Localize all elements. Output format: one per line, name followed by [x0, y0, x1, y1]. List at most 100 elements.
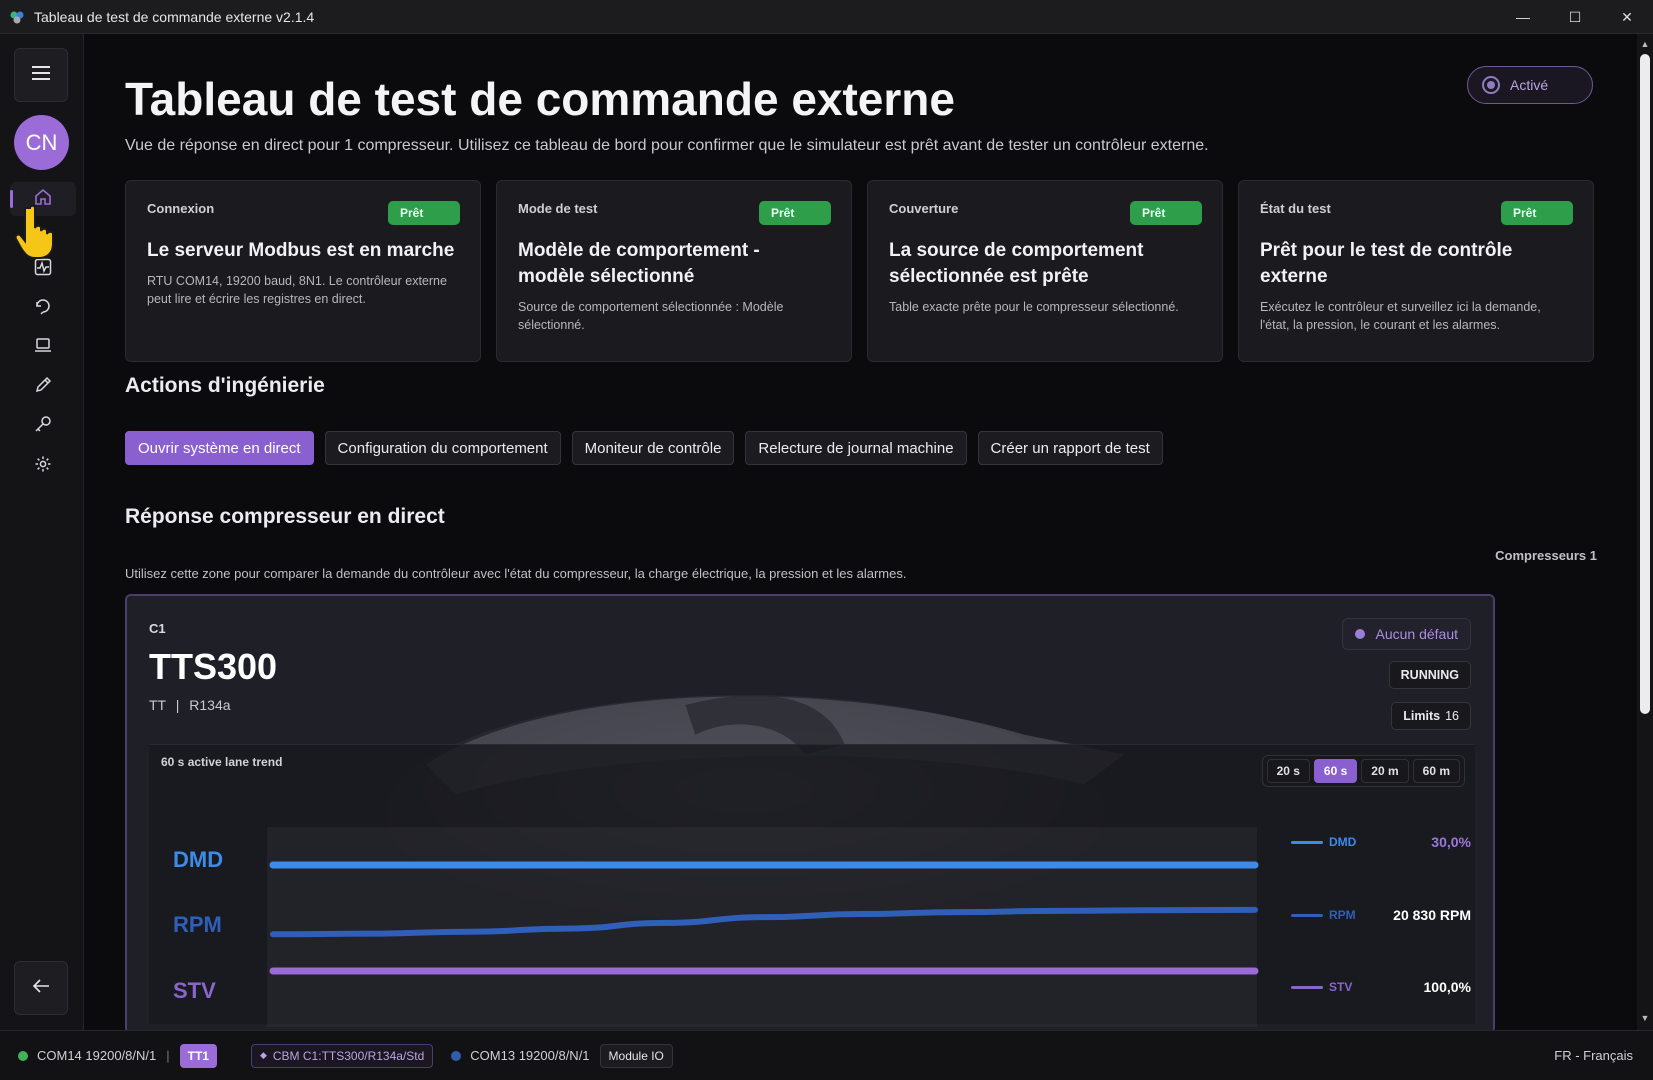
behavior-config-button[interactable]: Configuration du comportement [324, 431, 561, 465]
legend-name: DMD [1329, 835, 1357, 849]
status-badge: Prêt [1130, 201, 1202, 225]
close-button[interactable]: ✕ [1601, 0, 1653, 34]
limits-tag: Limits 16 [1391, 702, 1471, 730]
card-description: RTU COM14, 19200 baud, 8N1. Le contrôleu… [147, 274, 447, 306]
sidebar-item-tools[interactable] [10, 409, 76, 443]
laptop-icon [34, 336, 52, 359]
pen-icon [34, 376, 52, 399]
cbm-chip[interactable]: ◆ CBM C1:TTS300/R134a/Std [250, 1043, 434, 1068]
window-title: Tableau de test de commande externe v2.1… [34, 8, 315, 25]
hamburger-icon [32, 65, 50, 85]
tt1-chip[interactable]: TT1 [179, 1043, 217, 1068]
sidebar: CN [0, 34, 84, 1030]
meta-separator: | [175, 697, 180, 713]
active-toggle[interactable]: Activé [1467, 66, 1593, 104]
cbm-chip-label: CBM C1:TTS300/R134a/Std [272, 1048, 425, 1063]
legend-stv: STV 100,0% [1291, 977, 1471, 997]
legend-rpm: RPM 20 830 RPM [1291, 905, 1471, 925]
port-status-com13: COM13 19200/8/N/1 [451, 1048, 590, 1063]
create-test-report-button[interactable]: Créer un rapport de test [977, 431, 1163, 465]
diamond-icon: ◆ [259, 1050, 267, 1060]
replay-icon [34, 297, 52, 320]
module-io-chip[interactable]: Module IO [599, 1043, 673, 1068]
status-dot-icon [1482, 76, 1500, 94]
open-live-system-button[interactable]: Ouvrir système en direct [125, 431, 314, 465]
main-content: Tableau de test de commande externe Vue … [85, 34, 1637, 1030]
avatar[interactable]: CN [14, 115, 69, 170]
legend-dmd: DMD 30,0% [1291, 832, 1471, 852]
legend-value: 100,0% [1423, 979, 1471, 995]
sidebar-item-settings[interactable] [10, 449, 76, 483]
sidebar-item-replay[interactable] [10, 291, 76, 325]
engineering-actions: Ouvrir système en direct Configuration d… [125, 431, 1163, 465]
status-badge: Prêt [388, 201, 460, 225]
key-icon [34, 415, 52, 438]
compressor-type: TT [149, 697, 166, 713]
compressor-model: TTS300 [149, 646, 278, 687]
status-badge: Prêt [1501, 201, 1573, 225]
compressor-refrigerant: R134a [189, 697, 231, 713]
card-description: Exécutez le contrôleur et surveillez ici… [1260, 300, 1541, 332]
minimize-button[interactable]: — [1497, 0, 1549, 34]
state-label: RUNNING [1400, 668, 1459, 682]
arrow-left-icon [32, 978, 50, 999]
connected-dot-icon [18, 1050, 28, 1061]
readiness-cards: Connexion Prêt Le serveur Modbus est en … [125, 180, 1594, 362]
card-coverage: Couverture Prêt La source de comportemen… [867, 180, 1223, 362]
trend-panel: 60 s active lane trend 20 s 60 s 20 m 60… [149, 744, 1475, 1027]
status-bar: COM14 19200/8/N/1 | TT1 ◆ CBM C1:TTS300/… [0, 1030, 1653, 1080]
sidebar-item-devices[interactable] [10, 330, 76, 364]
maximize-button[interactable]: ☐ [1549, 0, 1601, 34]
card-description: Source de comportement sélectionnée : Mo… [518, 300, 784, 332]
card-heading: La source de comportement sélectionnée e… [889, 240, 1144, 287]
compressor-count: Compresseurs 1 [1495, 548, 1597, 563]
gear-icon [34, 455, 52, 478]
vertical-scrollbar[interactable]: ▲ ▼ [1637, 34, 1653, 1030]
fault-status-pill: Aucun défaut [1342, 618, 1471, 650]
card-description: Table exacte prête pour le compresseur s… [889, 300, 1179, 314]
language-selector[interactable]: FR - Français [1554, 1048, 1633, 1063]
rpm-series-line [270, 906, 1258, 938]
port-status-com14: COM14 19200/8/N/1 [18, 1048, 156, 1063]
machine-log-replay-button[interactable]: Relecture de journal machine [745, 431, 967, 465]
limits-label: Limits [1403, 709, 1441, 723]
card-heading: Le serveur Modbus est en marche [147, 240, 455, 261]
card-test-mode: Mode de test Prêt Modèle de comportement… [496, 180, 852, 362]
pulse-monitor-icon [34, 258, 52, 281]
state-tag: RUNNING [1388, 661, 1471, 689]
fault-status-label: Aucun défaut [1375, 626, 1458, 642]
card-test-state: État du test Prêt Prêt pour le test de c… [1238, 180, 1594, 362]
engineering-actions-title: Actions d'ingénierie [125, 374, 325, 397]
status-pill-label: Activé [1510, 77, 1549, 93]
status-separator: | [166, 1048, 170, 1063]
port-label: COM13 19200/8/N/1 [470, 1048, 590, 1063]
hand-pointer-cursor-icon [10, 204, 54, 260]
back-button[interactable] [14, 961, 68, 1015]
page-title: Tableau de test de commande externe [125, 73, 955, 125]
limits-value: 16 [1445, 709, 1459, 723]
fault-dot-icon [1355, 629, 1366, 639]
legend-value: 20 830 RPM [1393, 907, 1471, 923]
status-badge: Prêt [759, 201, 831, 225]
card-heading: Modèle de comportement - modèle sélectio… [518, 240, 760, 287]
port-label: COM14 19200/8/N/1 [37, 1048, 157, 1063]
scrollbar-thumb[interactable] [1640, 54, 1650, 714]
legend-name: RPM [1329, 908, 1356, 922]
scroll-up-icon[interactable]: ▲ [1637, 36, 1653, 52]
compressor-id: C1 [149, 621, 166, 636]
port-dot-icon [451, 1050, 462, 1061]
menu-button[interactable] [14, 48, 68, 102]
legend-swatch [1291, 913, 1323, 917]
legend-swatch [1291, 840, 1323, 844]
control-monitor-button[interactable]: Moniteur de contrôle [571, 431, 735, 465]
sidebar-item-editor[interactable] [10, 370, 76, 404]
legend-swatch [1291, 985, 1323, 989]
legend-value: 30,0% [1431, 834, 1471, 850]
card-heading: Prêt pour le test de contrôle externe [1260, 240, 1513, 287]
title-bar: Tableau de test de commande externe v2.1… [0, 0, 1653, 34]
scroll-down-icon[interactable]: ▼ [1637, 1010, 1653, 1026]
live-response-subtitle: Utilisez cette zone pour comparer la dem… [125, 566, 907, 581]
compressor-panel: C1 TTS300 TT | R134a Aucun défaut RUNNIN… [125, 594, 1495, 1030]
trend-lines [269, 861, 1259, 975]
app-logo-icon [9, 9, 25, 25]
